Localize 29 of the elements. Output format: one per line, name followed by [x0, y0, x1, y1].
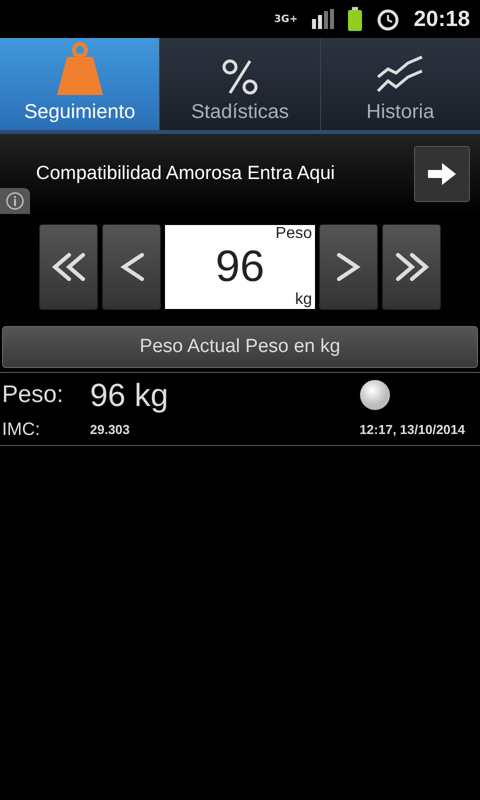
decrease-fast-button[interactable] [39, 224, 98, 310]
ad-arrow-button[interactable] [414, 146, 470, 202]
decrease-button[interactable] [102, 224, 161, 310]
ad-text: Compatibilidad Amorosa Entra Aqui [36, 163, 336, 185]
weight-value: 96 kg [90, 376, 170, 414]
alarm-clock-icon [376, 7, 400, 31]
battery-icon [348, 7, 362, 31]
bmi-label: IMC: [2, 418, 41, 440]
arrow-icon [428, 163, 456, 185]
weight-label: Peso [276, 225, 312, 243]
increase-fast-button[interactable] [382, 224, 441, 310]
increase-button[interactable] [319, 224, 378, 310]
timestamp: 12:17, 13/10/2014 [359, 422, 465, 436]
header-button[interactable]: Peso Actual Peso en kg [2, 326, 478, 368]
weight-value: 96 [216, 245, 264, 289]
tab[interactable]: Stadísticas [159, 38, 320, 130]
info-icon [6, 192, 24, 210]
clock-time: 20:18 [414, 6, 470, 32]
tab[interactable]: Historia [320, 38, 480, 130]
info-tab[interactable] [0, 188, 30, 214]
signal-icon [312, 9, 334, 29]
percent-icon [220, 57, 260, 97]
unit-label: kg [295, 291, 312, 309]
tab[interactable]: Seguimiento [0, 38, 160, 130]
bmi-value: 29.303 [90, 422, 131, 436]
weight-icon [54, 41, 105, 97]
weight-label: Peso: [2, 381, 64, 409]
network-type: 3G+ [274, 14, 298, 24]
dot-icon [359, 379, 392, 411]
